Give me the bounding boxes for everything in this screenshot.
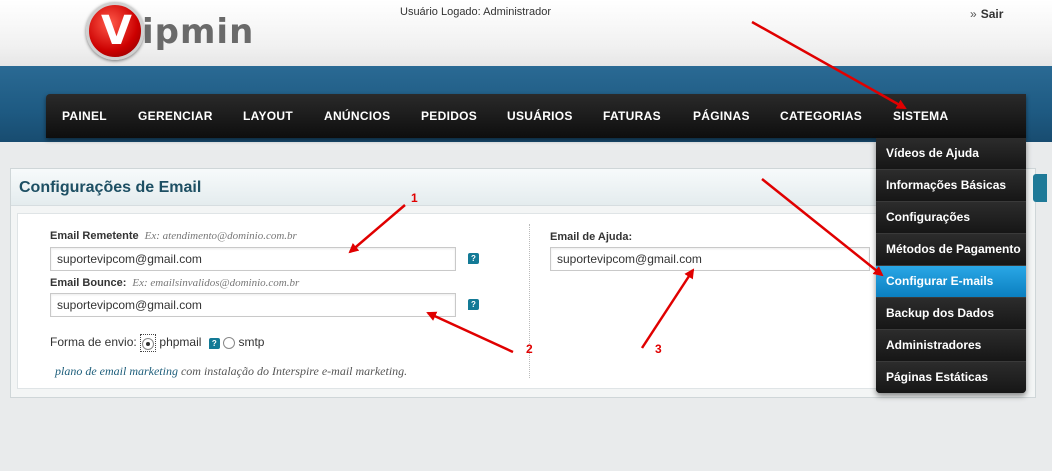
help-icon[interactable]: ? xyxy=(468,253,479,264)
nav-item-layout[interactable]: LAYOUT xyxy=(243,94,293,138)
menu-item-videos-ajuda[interactable]: Vídeos de Ajuda xyxy=(876,138,1026,170)
menu-item-metodos-pagamento[interactable]: Métodos de Pagamento xyxy=(876,234,1026,266)
nav-item-faturas[interactable]: FATURAS xyxy=(603,94,661,138)
nav-item-pedidos[interactable]: PEDIDOS xyxy=(421,94,477,138)
annotation-label-1: 1 xyxy=(411,191,418,205)
vipmin-logo[interactable]: V ipmin xyxy=(86,2,286,64)
logo-badge: V xyxy=(86,2,144,60)
sender-email-input[interactable] xyxy=(50,247,456,271)
nav-item-sistema[interactable]: SISTEMA xyxy=(893,94,948,138)
nav-item-anuncios[interactable]: ANÚNCIOS xyxy=(324,94,390,138)
smtp-option-label[interactable]: smtp xyxy=(238,335,264,349)
logged-user-text: Usuário Logado: Administrador xyxy=(400,6,552,18)
chevron-right-icon: » xyxy=(970,7,977,21)
top-header: V ipmin Usuário Logado: Administrador » S… xyxy=(0,0,1052,66)
menu-item-administradores[interactable]: Administradores xyxy=(876,330,1026,362)
nav-item-usuarios[interactable]: USUÁRIOS xyxy=(507,94,573,138)
annotation-label-2: 2 xyxy=(526,342,533,356)
nav-item-painel[interactable]: PAINEL xyxy=(62,94,107,138)
page-title: Configurações de Email xyxy=(19,179,202,196)
logo-text: ipmin xyxy=(142,12,255,52)
bounce-email-label: Email Bounce: Ex: emailsinvalidos@dominio… xyxy=(50,277,299,289)
menu-item-configurar-emails[interactable]: Configurar E-mails xyxy=(876,266,1026,298)
logout-link[interactable]: » Sair xyxy=(970,7,1003,21)
logo-initial: V xyxy=(101,8,132,54)
phpmail-radio[interactable] xyxy=(142,337,155,350)
nav-item-gerenciar[interactable]: GERENCIAR xyxy=(138,94,213,138)
phpmail-option-label[interactable]: phpmail xyxy=(159,335,201,349)
smtp-radio[interactable] xyxy=(223,337,236,349)
email-marketing-link[interactable]: plano de email marketing xyxy=(55,364,178,378)
send-method-label: Forma de envio: xyxy=(50,335,137,350)
help-icon[interactable]: ? xyxy=(468,299,479,310)
sistema-dropdown-menu: Vídeos de Ajuda Informações Básicas Conf… xyxy=(876,138,1026,393)
menu-item-backup-dados[interactable]: Backup dos Dados xyxy=(876,298,1026,330)
main-nav: PAINEL GERENCIAR LAYOUT ANÚNCIOS PEDIDOS… xyxy=(46,94,1026,138)
help-email-input[interactable] xyxy=(550,247,870,271)
help-email-label: Email de Ajuda: xyxy=(550,231,633,243)
sender-email-hint: Ex: atendimento@dominio.com.br xyxy=(144,230,297,242)
nav-item-paginas[interactable]: PÁGINAS xyxy=(693,94,750,138)
menu-item-paginas-estaticas[interactable]: Páginas Estáticas xyxy=(876,362,1026,393)
menu-item-informacoes-basicas[interactable]: Informações Básicas xyxy=(876,170,1026,202)
annotation-label-3: 3 xyxy=(655,342,662,356)
help-icon[interactable]: ? xyxy=(208,337,220,349)
menu-item-configuracoes[interactable]: Configurações xyxy=(876,202,1026,234)
bounce-email-hint: Ex: emailsinvalidos@dominio.com.br xyxy=(132,277,300,289)
promo-text: plano de email marketing com instalação … xyxy=(55,364,407,379)
promo-description: com instalação do Interspire e-mail mark… xyxy=(177,364,408,378)
sender-email-label-text: Email Remetente xyxy=(50,230,139,242)
phpmail-radio-focus xyxy=(140,334,157,352)
bounce-email-input[interactable] xyxy=(50,293,456,317)
panel-header: Configurações de Email xyxy=(11,169,877,206)
logout-label: Sair xyxy=(980,7,1004,21)
email-settings-form: Email Remetente Ex: atendimento@dominio.c… xyxy=(17,213,879,389)
nav-item-categorias[interactable]: CATEGORIAS xyxy=(780,94,862,138)
bounce-email-label-text: Email Bounce: xyxy=(50,277,127,289)
send-method-row: Forma de envio: phpmail ? smtp xyxy=(50,334,264,352)
panel-collapse-tab[interactable] xyxy=(1033,174,1047,202)
sender-email-label: Email Remetente Ex: atendimento@dominio.c… xyxy=(50,230,297,242)
